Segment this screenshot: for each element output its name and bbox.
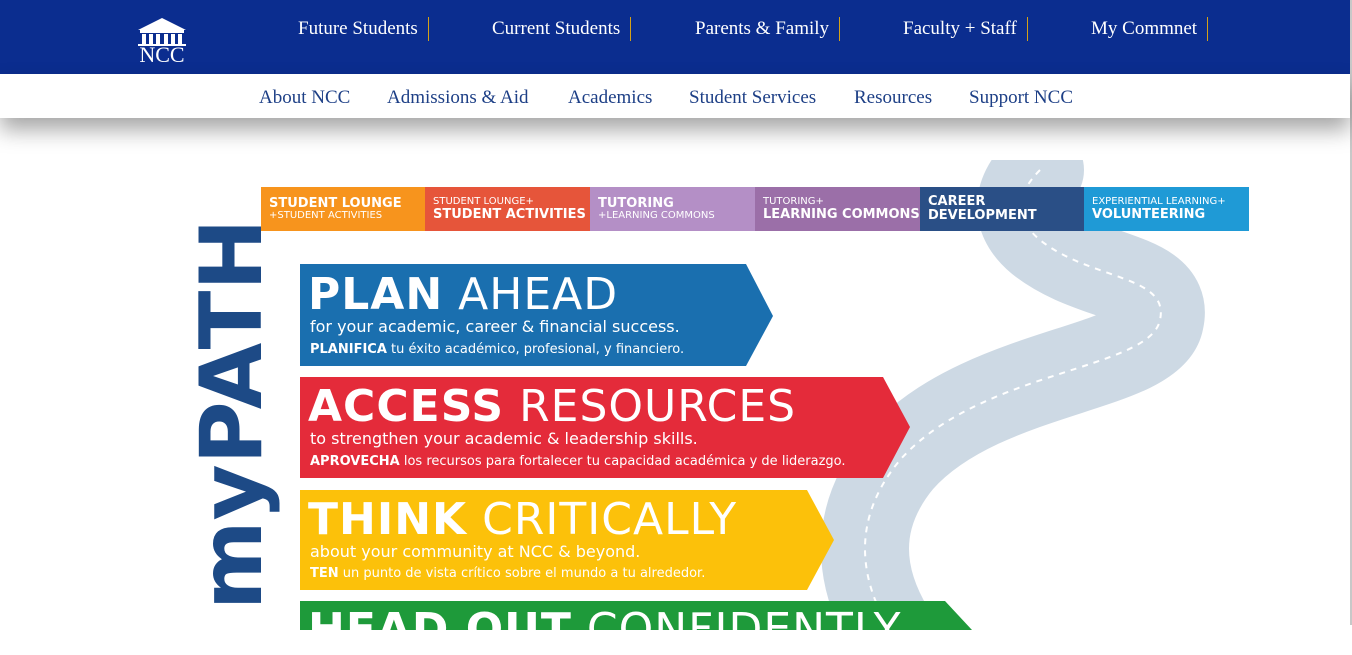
- subnav-admissions-aid[interactable]: Admissions & Aid: [387, 86, 528, 110]
- subnav-student-services[interactable]: Student Services: [689, 86, 816, 110]
- heading-bold: THINK: [308, 494, 468, 545]
- spanish-bold: PLANIFICA: [310, 342, 387, 357]
- plan-ahead-spanish: PLANIFICA tu éxito académico, profesiona…: [310, 342, 684, 358]
- nav-parents-family[interactable]: Parents & Family: [695, 17, 841, 41]
- think-critically-spanish: TEN un punto de vista crítico sobre el m…: [310, 566, 705, 582]
- subnav-academics[interactable]: Academics: [568, 86, 652, 110]
- think-critically-subtitle: about your community at NCC & beyond.: [310, 542, 641, 561]
- spanish-bold: TEN: [310, 566, 339, 581]
- spanish-rest: los recursos para fortalecer tu capacida…: [399, 454, 846, 469]
- spanish-bold: APROVECHA: [310, 454, 400, 469]
- nav-faculty-staff[interactable]: Faculty + Staff: [903, 17, 1028, 41]
- nav-current-students[interactable]: Current Students: [492, 17, 632, 41]
- secondary-nav-bar: [0, 74, 1350, 118]
- ncc-logo[interactable]: NCC: [134, 16, 190, 68]
- heading-bold: HEAD OUT: [308, 604, 572, 655]
- mypath-infographic: STUDENT LOUNGE +STUDENT ACTIVITIES STUDE…: [160, 160, 1260, 653]
- plan-ahead-subtitle: for your academic, career & financial su…: [310, 317, 680, 336]
- subnav-about-ncc[interactable]: About NCC: [259, 86, 350, 110]
- top-bar: NCC Future Students Current Students Par…: [0, 0, 1350, 74]
- think-critically-heading: THINK CRITICALLY: [308, 497, 737, 543]
- head-out-confidently-heading: HEAD OUT CONFIDENTLY: [308, 607, 901, 653]
- access-resources-subtitle: to strengthen your academic & leadership…: [310, 429, 698, 448]
- access-resources-spanish: APROVECHA los recursos para fortalecer t…: [310, 454, 846, 470]
- spanish-rest: tu éxito académico, profesional, y finan…: [386, 342, 685, 357]
- heading-light: AHEAD: [443, 269, 619, 320]
- heading-bold: ACCESS: [308, 381, 505, 432]
- subnav-support-ncc[interactable]: Support NCC: [969, 86, 1073, 110]
- logo-text: NCC: [139, 42, 185, 67]
- plan-ahead-heading: PLAN AHEAD: [308, 272, 618, 318]
- subnav-resources[interactable]: Resources: [854, 86, 932, 110]
- heading-bold: PLAN: [308, 269, 444, 320]
- spanish-rest: un punto de vista crítico sobre el mundo…: [338, 566, 706, 581]
- nav-my-commnet[interactable]: My Commnet: [1091, 17, 1209, 41]
- heading-light: CRITICALLY: [467, 494, 738, 545]
- heading-light: CONFIDENTLY: [571, 604, 902, 655]
- access-resources-heading: ACCESS RESOURCES: [308, 384, 796, 430]
- heading-light: RESOURCES: [504, 381, 797, 432]
- nav-future-students[interactable]: Future Students: [298, 17, 429, 41]
